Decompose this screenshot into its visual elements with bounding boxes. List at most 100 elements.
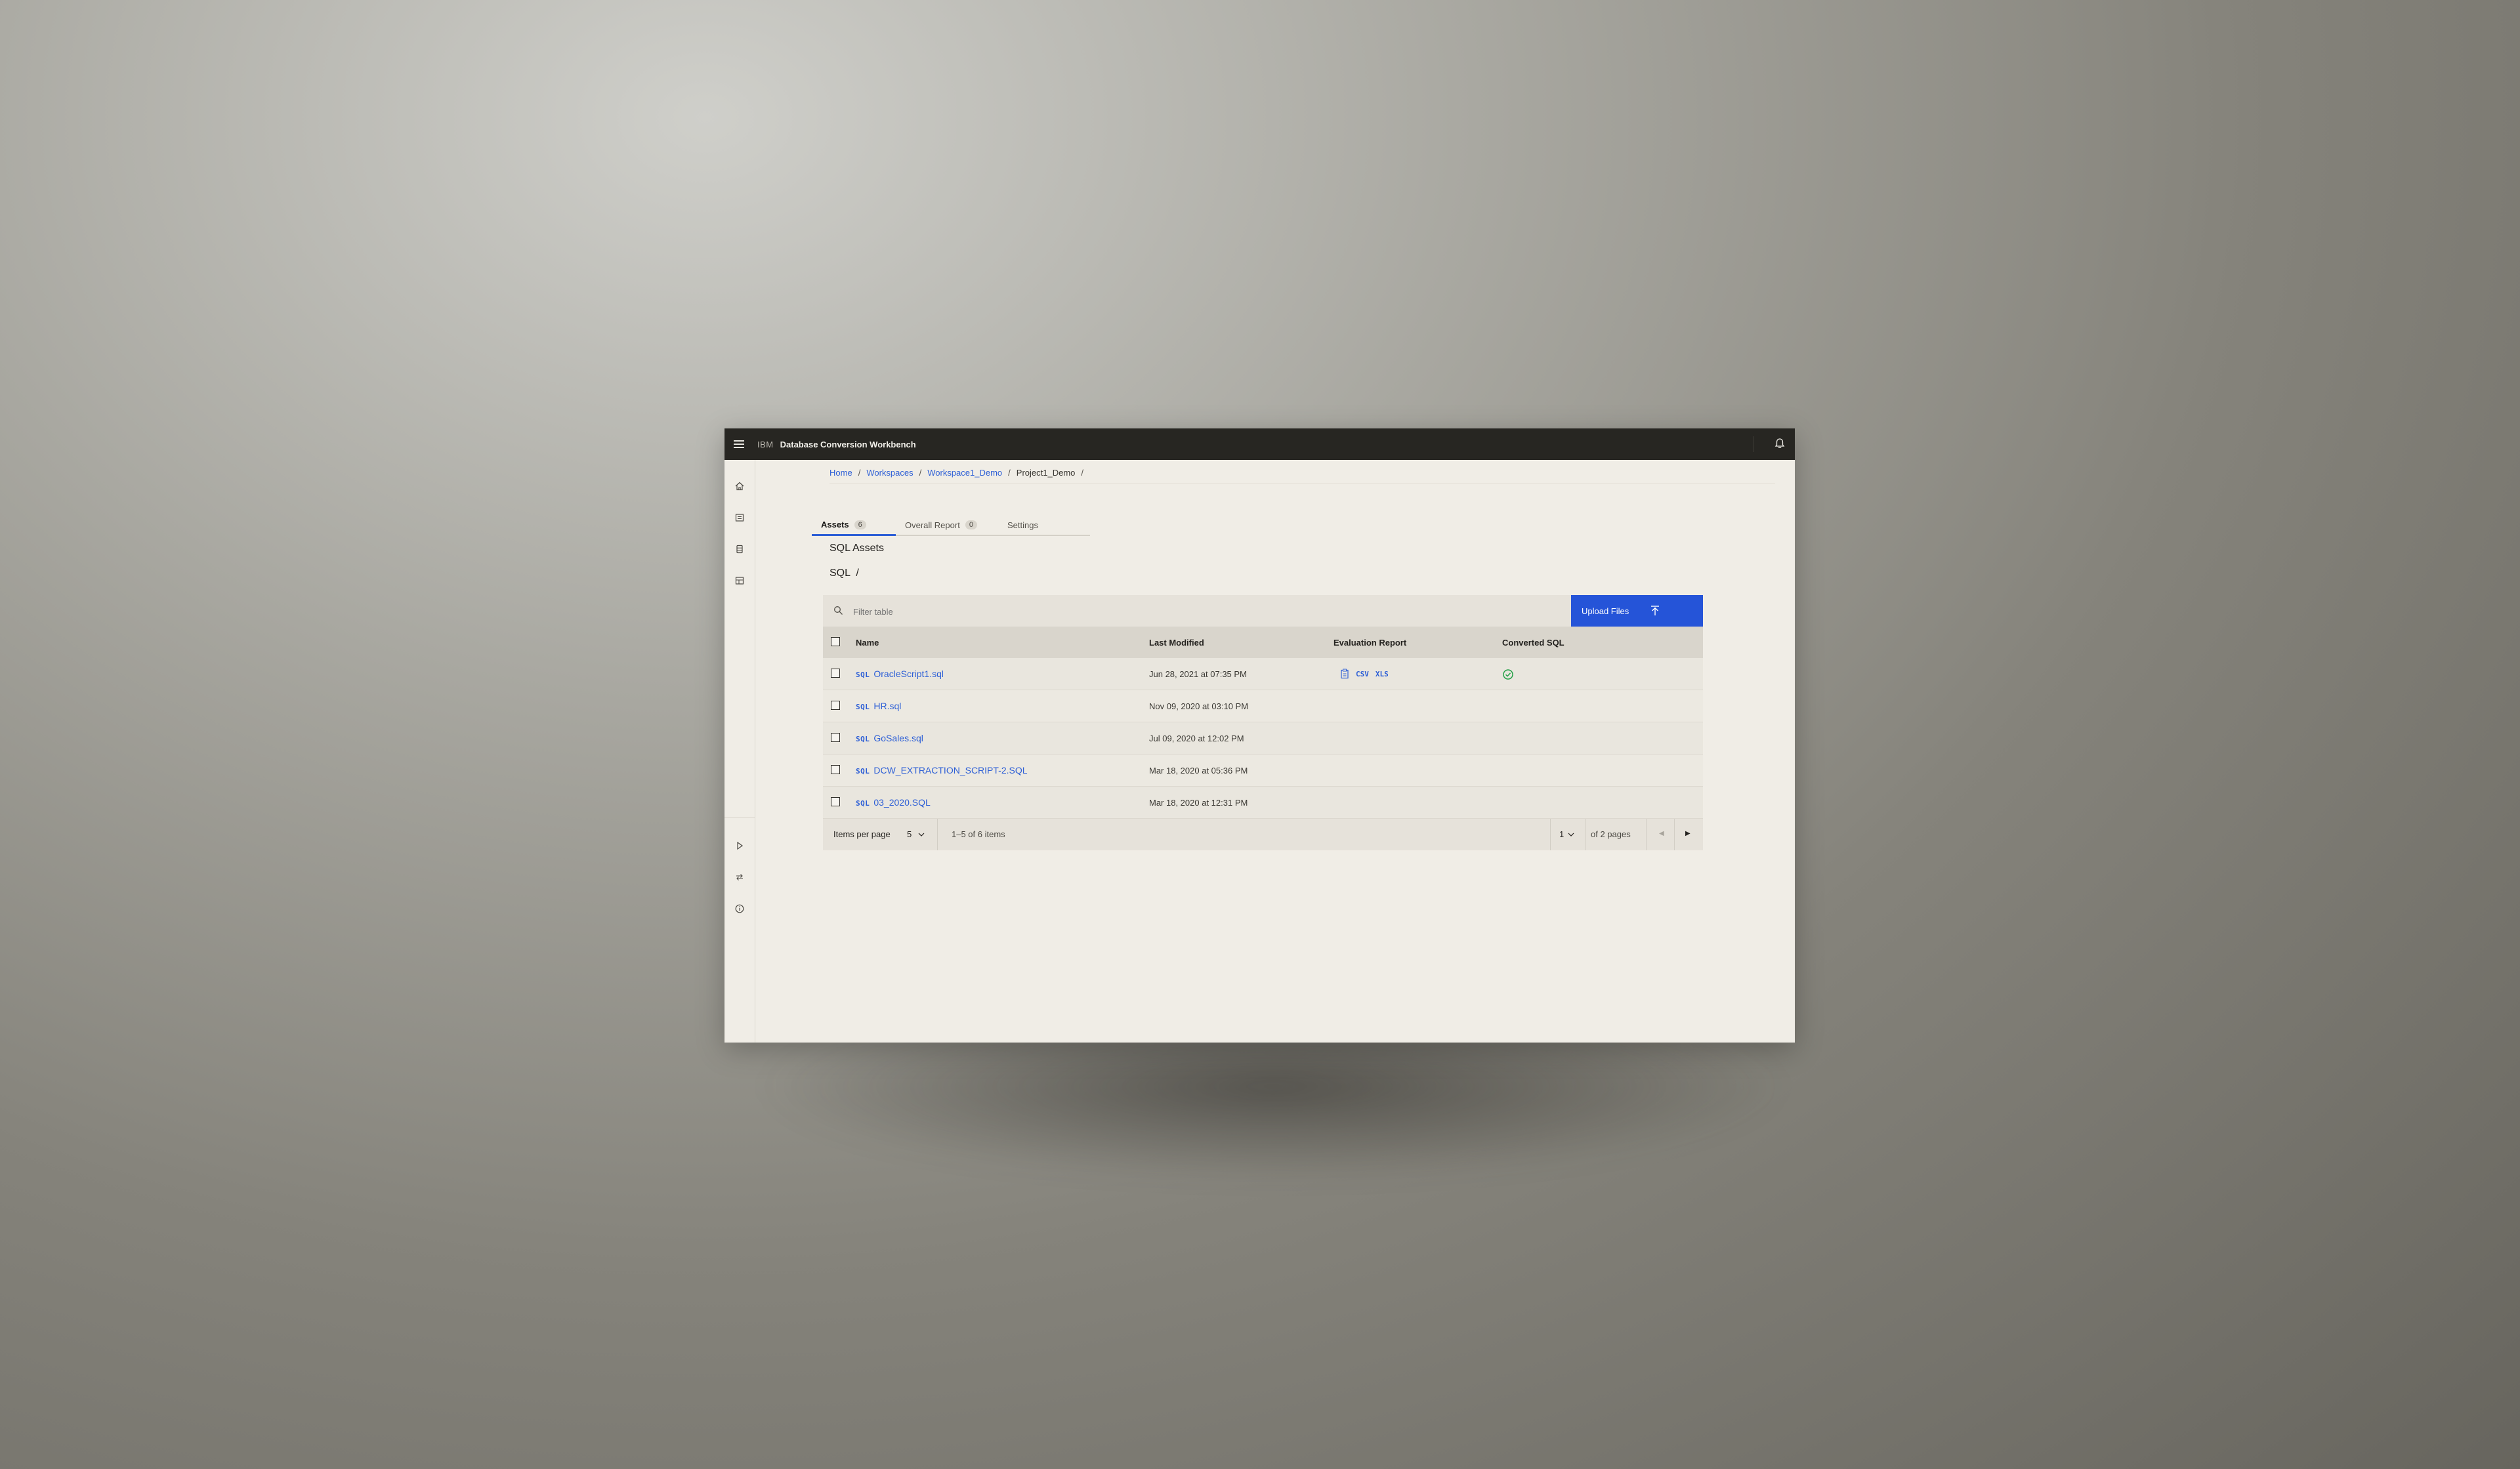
tab-assets-label: Assets	[821, 520, 849, 529]
column-header-last-modified[interactable]: Last Modified	[1149, 638, 1204, 648]
previous-page-icon[interactable]: ◀	[1659, 830, 1664, 837]
breadcrumb-current: Project1_Demo	[1016, 468, 1076, 478]
info-icon[interactable]	[734, 903, 745, 914]
row-checkbox[interactable]	[831, 669, 840, 678]
chevron-down-icon	[1568, 833, 1574, 837]
tab-overall-report-count: 0	[965, 520, 977, 529]
items-per-page-select[interactable]: 5	[907, 829, 925, 839]
workspaces-icon[interactable]	[734, 512, 745, 523]
converted-sql-cell	[1502, 669, 1514, 682]
convert-icon[interactable]	[734, 872, 745, 882]
report-document-icon[interactable]	[1340, 669, 1349, 679]
table-row: SQL HR.sql Nov 09, 2020 at 03:10 PM	[823, 690, 1703, 722]
file-link[interactable]: OracleScript1.sql	[873, 669, 944, 679]
breadcrumb-workspaces[interactable]: Workspaces	[866, 468, 913, 478]
section-title: SQL Assets	[830, 543, 884, 554]
database-icon[interactable]	[734, 544, 745, 554]
row-checkbox[interactable]	[831, 701, 840, 710]
row-checkbox[interactable]	[831, 797, 840, 806]
tab-overall-report-label: Overall Report	[905, 520, 960, 530]
last-modified: Mar 18, 2020 at 05:36 PM	[1149, 766, 1248, 776]
tab-settings-label: Settings	[1007, 520, 1038, 530]
tab-assets-count: 6	[854, 520, 866, 529]
window-shadow	[755, 1024, 1792, 1181]
table-row: SQL GoSales.sql Jul 09, 2020 at 12:02 PM	[823, 722, 1703, 755]
table-toolbar: Upload Files	[823, 595, 1703, 627]
evaluation-report-cell: CSV XLS	[1334, 669, 1389, 679]
file-link[interactable]: 03_2020.SQL	[873, 797, 930, 808]
upload-files-label: Upload Files	[1582, 606, 1629, 616]
table-header: Name Last Modified Evaluation Report Con…	[823, 627, 1703, 658]
upload-icon	[1651, 606, 1659, 615]
items-per-page-value: 5	[907, 829, 912, 839]
file-name-cell: SQL 03_2020.SQL	[856, 797, 931, 808]
column-header-name[interactable]: Name	[856, 638, 879, 648]
table-row: SQL DCW_EXTRACTION_SCRIPT-2.SQL Mar 18, 2…	[823, 755, 1703, 787]
row-checkbox[interactable]	[831, 765, 840, 774]
tab-overall-report[interactable]: Overall Report 0	[896, 515, 998, 536]
column-header-converted-sql: Converted SQL	[1502, 638, 1564, 648]
current-page: 1	[1559, 829, 1564, 839]
pagination: Items per page 5 1–5 of 6 items 1 of 2 p…	[823, 819, 1703, 850]
file-name-cell: SQL HR.sql	[856, 701, 901, 711]
file-link[interactable]: GoSales.sql	[873, 733, 923, 743]
table-row: SQL OracleScript1.sql Jun 28, 2021 at 07:…	[823, 658, 1703, 690]
notification-bell-icon[interactable]	[1774, 438, 1786, 449]
total-pages: of 2 pages	[1591, 829, 1631, 839]
file-name-cell: SQL OracleScript1.sql	[856, 669, 944, 679]
menu-icon[interactable]	[734, 440, 744, 448]
upload-files-button[interactable]: Upload Files	[1571, 595, 1703, 627]
reports-icon[interactable]	[734, 575, 745, 586]
evaluation-report-links: CSV XLS	[1340, 669, 1389, 679]
last-modified: Jul 09, 2020 at 12:02 PM	[1149, 734, 1244, 743]
file-link[interactable]: DCW_EXTRACTION_SCRIPT-2.SQL	[873, 765, 1027, 776]
assets-table: Name Last Modified Evaluation Report Con…	[823, 627, 1703, 850]
run-icon[interactable]	[734, 840, 745, 851]
app-title: Database Conversion Workbench	[780, 439, 916, 449]
items-range: 1–5 of 6 items	[952, 829, 1005, 839]
csv-download-link[interactable]: CSV	[1356, 670, 1369, 678]
chevron-down-icon	[918, 833, 925, 837]
table-row: SQL 03_2020.SQL Mar 18, 2020 at 12:31 PM	[823, 787, 1703, 819]
sql-file-icon: SQL	[856, 767, 870, 776]
column-header-evaluation-report: Evaluation Report	[1334, 638, 1407, 648]
tab-bar: Assets 6 Overall Report 0 Settings	[812, 515, 1090, 536]
pagination-divider	[937, 819, 938, 850]
filter-input[interactable]	[852, 603, 1576, 620]
xls-download-link[interactable]: XLS	[1376, 670, 1389, 678]
breadcrumb: Home / Workspaces / Workspace1_Demo / Pr…	[830, 468, 1083, 478]
sql-file-icon: SQL	[856, 799, 870, 808]
last-modified: Jun 28, 2021 at 07:35 PM	[1149, 669, 1247, 679]
row-checkbox[interactable]	[831, 733, 840, 742]
pagination-divider	[1550, 819, 1551, 850]
pagination-divider	[1674, 819, 1675, 850]
sql-file-icon: SQL	[856, 671, 870, 679]
folder-path: SQL /	[830, 568, 859, 579]
file-link[interactable]: HR.sql	[873, 701, 901, 711]
file-name-cell: SQL DCW_EXTRACTION_SCRIPT-2.SQL	[856, 765, 1028, 776]
top-header: IBM Database Conversion Workbench	[724, 428, 1795, 460]
breadcrumb-home[interactable]: Home	[830, 468, 852, 478]
home-icon[interactable]	[734, 481, 745, 491]
page-select[interactable]: 1	[1559, 829, 1574, 839]
sql-file-icon: SQL	[856, 735, 870, 743]
left-sidebar	[724, 460, 755, 1043]
file-name-cell: SQL GoSales.sql	[856, 733, 923, 743]
next-page-icon[interactable]: ▶	[1685, 830, 1690, 837]
select-all-checkbox[interactable]	[831, 637, 840, 646]
breadcrumb-workspace[interactable]: Workspace1_Demo	[927, 468, 1002, 478]
table-body: SQL OracleScript1.sql Jun 28, 2021 at 07:…	[823, 658, 1703, 819]
tab-assets[interactable]: Assets 6	[812, 515, 896, 536]
breadcrumb-separator: /	[1081, 468, 1084, 478]
items-per-page-label: Items per page	[833, 829, 891, 839]
breadcrumb-separator: /	[919, 468, 922, 478]
last-modified: Nov 09, 2020 at 03:10 PM	[1149, 701, 1249, 711]
breadcrumb-separator: /	[858, 468, 861, 478]
tab-settings[interactable]: Settings	[998, 515, 1090, 536]
checkmark-circle-icon[interactable]	[1502, 669, 1514, 680]
pagination-divider	[1646, 819, 1647, 850]
breadcrumb-separator: /	[1008, 468, 1011, 478]
app-window: IBM Database Conversion Workbench Home /…	[724, 428, 1795, 1043]
sql-file-icon: SQL	[856, 703, 870, 711]
last-modified: Mar 18, 2020 at 12:31 PM	[1149, 798, 1248, 808]
